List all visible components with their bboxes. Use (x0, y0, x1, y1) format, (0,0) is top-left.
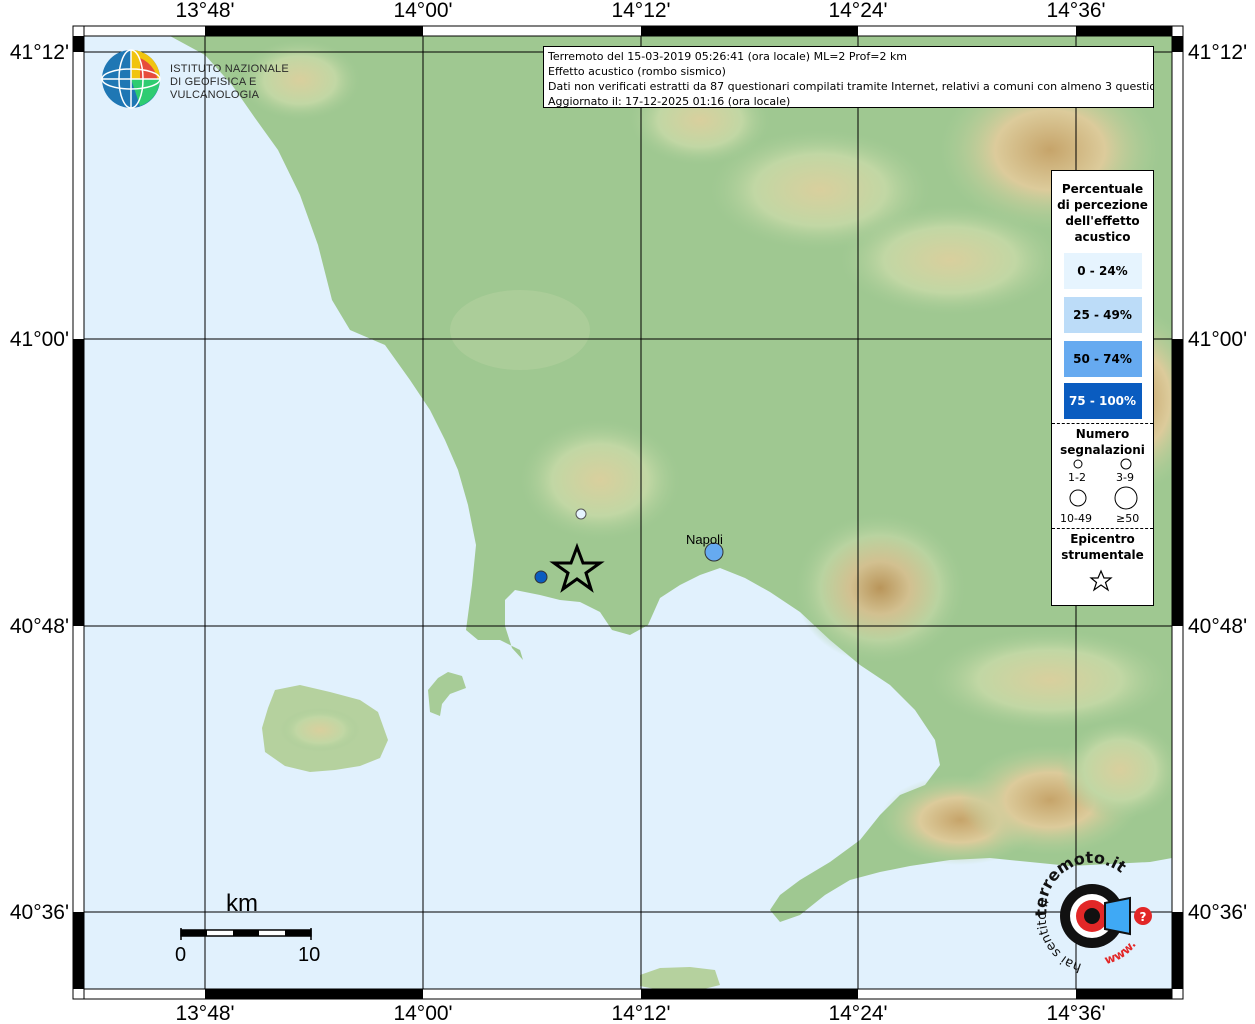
legend-star-icon (1089, 569, 1113, 592)
event-info-box: Terremoto del 15-03-2019 05:26:41 (ora l… (543, 46, 1154, 108)
event-title: Terremoto del 15-03-2019 05:26:41 (ora l… (548, 50, 908, 63)
logo-line-2: DI GEOFISICA E VULCANOLOGIA (170, 76, 260, 101)
ingv-globe-icon (101, 49, 161, 109)
size-label-3-9: 3-9 (1116, 471, 1134, 484)
scale-max-label: 10 (298, 944, 321, 966)
lat-labels-left: 41°12' 41°00' 40°48' 40°36' (10, 41, 69, 924)
legend-title: Percentuale di percezione dell'effetto a… (1057, 182, 1148, 244)
legend-size-grid: 1-2 3-9 10-49 ≥50 (1052, 458, 1153, 528)
legend-class-label: 25 - 49% (1073, 308, 1132, 322)
lon-label: 14°12' (611, 0, 670, 22)
badge-text-bottom: www. (1103, 938, 1139, 968)
badge-text-left: hai sentito il (1035, 897, 1084, 974)
legend-class-25-49: 25 - 49% (1063, 297, 1142, 333)
lon-label: 14°00' (393, 0, 452, 22)
svg-text:www.: www. (1103, 938, 1139, 968)
city-label-napoli: Napoli (686, 532, 723, 547)
ingv-logo: ISTITUTO NAZIONALE DI GEOFISICA E VULCAN… (100, 48, 320, 110)
badge-text: terremoto.it hai sentito il www. (1031, 848, 1139, 975)
legend-class-0-24: 0 - 24% (1063, 253, 1142, 289)
lon-label: 14°00' (393, 1002, 452, 1024)
legend-class-label: 0 - 24% (1077, 264, 1128, 278)
report-marker-0-24 (575, 508, 587, 520)
lat-label: 41°12' (10, 41, 69, 64)
lon-label: 13°48' (175, 0, 234, 22)
legend-class-75-100: 75 - 100% (1063, 383, 1142, 419)
lon-label: 14°36' (1046, 0, 1105, 22)
updated-line: Aggiornato il: 17-12-2025 01:16 (ora loc… (548, 95, 791, 108)
lon-labels-bottom: 13°48' 14°00' 14°12' 14°24' 14°36' (175, 1002, 1105, 1024)
lon-label: 14°24' (828, 1002, 887, 1024)
legend-size-title: Numero segnalazioni (1060, 427, 1145, 457)
lat-label: 40°48' (10, 615, 69, 638)
lat-label: 41°12' (1188, 41, 1247, 64)
lat-label: 41°00' (10, 328, 69, 351)
lon-label: 13°48' (175, 1002, 234, 1024)
lon-label: 14°12' (611, 1002, 670, 1024)
size-label-10-49: 10-49 (1060, 512, 1092, 525)
legend-class-label: 75 - 100% (1068, 394, 1137, 408)
size-label-50: ≥50 (1116, 512, 1140, 525)
size-label-1-2: 1-2 (1068, 471, 1086, 484)
lon-label: 14°24' (828, 0, 887, 22)
legend-class-50-74: 50 - 74% (1063, 341, 1142, 377)
lat-label: 40°36' (1188, 901, 1247, 924)
lat-label: 40°36' (10, 901, 69, 924)
legend-divider (1052, 528, 1153, 529)
lat-label: 40°48' (1188, 615, 1247, 638)
logo-line-1: ISTITUTO NAZIONALE (170, 63, 289, 75)
lat-labels-right: 41°12' 41°00' 40°48' 40°36' (1188, 41, 1247, 924)
data-note: Dati non verificati estratti da 87 quest… (548, 80, 1154, 93)
lat-label: 41°00' (1188, 328, 1247, 351)
report-marker-75-100 (534, 570, 548, 584)
scale-min-label: 0 (175, 944, 187, 966)
event-subtitle: Effetto acustico (rombo sismico) (548, 65, 726, 78)
legend-panel: Percentuale di percezione dell'effetto a… (1051, 170, 1154, 606)
legend-divider (1052, 423, 1153, 424)
legend-epicenter-title: Epicentro strumentale (1061, 532, 1144, 562)
lon-labels-top: 13°48' 14°00' 14°12' 14°24' 14°36' (175, 0, 1105, 22)
scale-title: km (226, 890, 258, 917)
svg-text:hai sentito il: hai sentito il (1035, 897, 1084, 974)
lon-label: 14°36' (1046, 1002, 1105, 1024)
legend-class-label: 50 - 74% (1073, 352, 1132, 366)
